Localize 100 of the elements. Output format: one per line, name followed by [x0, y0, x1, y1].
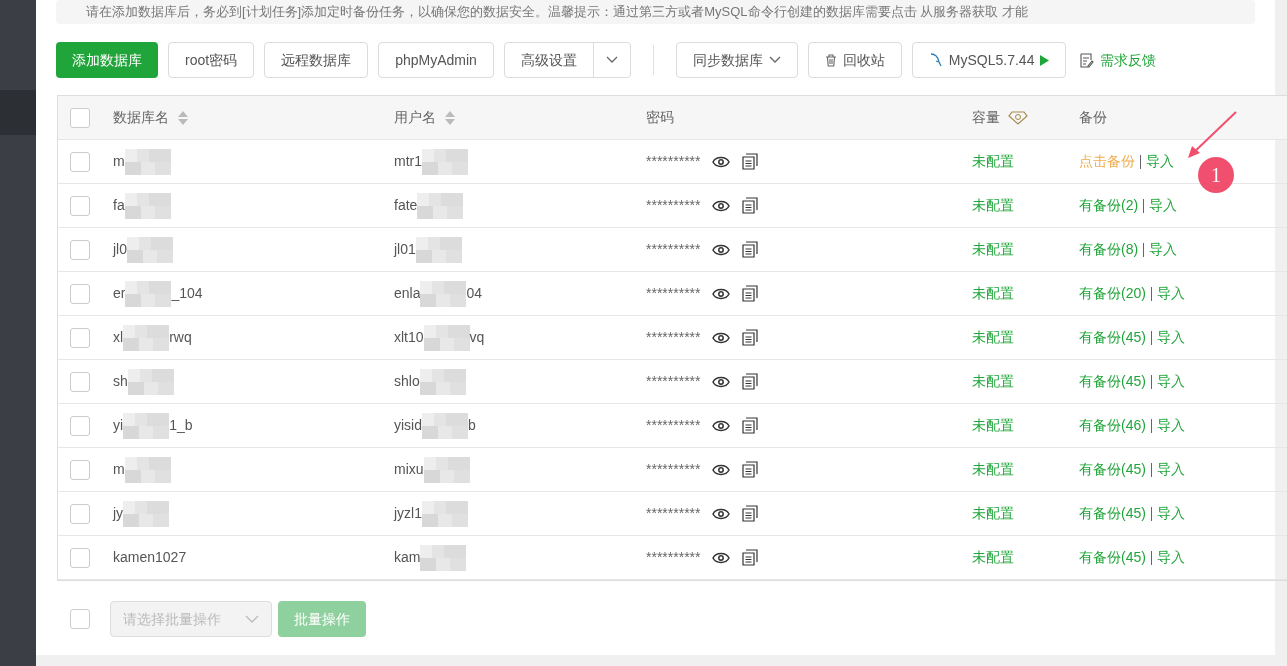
toolbar-button[interactable]: 高级设置 [504, 43, 594, 77]
table-cell-text: jy [113, 504, 124, 523]
column-header[interactable]: 用户名 [394, 107, 436, 128]
import-link[interactable]: 导入 [1156, 283, 1185, 304]
checkbox[interactable] [70, 503, 90, 524]
eye-icon[interactable] [712, 331, 731, 344]
eye-icon[interactable] [712, 551, 731, 564]
eye-icon[interactable] [712, 199, 731, 212]
backup-link[interactable]: 有备份(45) [1079, 371, 1146, 392]
toolbar-button[interactable]: phpMyAdmin [378, 42, 494, 78]
column-header[interactable]: 数据库名 [113, 107, 169, 128]
copy-icon[interactable] [742, 197, 759, 214]
backup-link[interactable]: 有备份(2) [1079, 195, 1139, 216]
table-cell-text: jyzl1 [394, 504, 422, 523]
backup-link[interactable]: 有备份(20) [1079, 283, 1146, 304]
backup-link[interactable]: 有备份(45) [1079, 327, 1146, 348]
checkbox[interactable] [70, 547, 90, 568]
table-cell-text: jl01 [394, 240, 416, 259]
capacity-link[interactable]: 未配置 [972, 373, 1014, 389]
recycle-bin-button[interactable]: 回收站 [807, 42, 902, 78]
backup-link[interactable]: 有备份(45) [1079, 547, 1146, 568]
copy-icon[interactable] [742, 241, 759, 258]
table-cell-text: 1_b [169, 416, 193, 435]
backup-link[interactable]: 有备份(8) [1079, 239, 1139, 260]
import-link[interactable]: 导入 [1146, 151, 1174, 172]
trash-icon [824, 53, 837, 67]
backup-link[interactable]: 有备份(45) [1079, 459, 1146, 480]
backup-link[interactable]: 有备份(46) [1079, 415, 1146, 436]
dropdown-button[interactable]: 同步数据库 [675, 42, 798, 78]
copy-icon[interactable] [742, 285, 759, 302]
password-mask: ********** [646, 372, 701, 391]
checkbox[interactable] [70, 327, 90, 348]
eye-icon[interactable] [712, 507, 731, 520]
copy-icon[interactable] [742, 329, 759, 346]
password-mask: ********** [646, 240, 701, 259]
import-link[interactable]: 导入 [1156, 371, 1185, 392]
password-mask: ********** [646, 284, 701, 303]
capacity-link[interactable]: 未配置 [972, 549, 1014, 565]
import-link[interactable]: 导入 [1156, 459, 1185, 480]
backup-link[interactable]: 点击备份 [1079, 151, 1135, 172]
table-cell-text: 04 [466, 284, 483, 303]
import-link[interactable]: 导入 [1149, 239, 1178, 260]
capacity-link[interactable]: 未配置 [972, 197, 1014, 213]
table-cell-text: enla [394, 284, 421, 303]
copy-icon[interactable] [742, 505, 759, 522]
eye-icon[interactable] [712, 155, 731, 168]
note-icon [1080, 52, 1095, 68]
eye-icon[interactable] [712, 287, 731, 300]
table-cell-text: jl0 [113, 240, 127, 259]
eye-icon[interactable] [712, 419, 731, 432]
eye-icon[interactable] [712, 243, 731, 256]
capacity-link[interactable]: 未配置 [972, 285, 1014, 301]
copy-icon[interactable] [742, 417, 759, 434]
table-cell-text: kamen1027 [113, 548, 187, 567]
capacity-link[interactable]: 未配置 [972, 417, 1014, 433]
import-link[interactable]: 导入 [1149, 195, 1178, 216]
capacity-link[interactable]: 未配置 [972, 153, 1014, 169]
checkbox[interactable] [70, 371, 90, 392]
checkbox[interactable] [70, 283, 90, 304]
capacity-link[interactable]: 未配置 [972, 329, 1014, 345]
table-cell-text: fa [113, 196, 125, 215]
password-mask: ********** [646, 548, 701, 567]
copy-icon[interactable] [742, 153, 759, 170]
copy-icon[interactable] [742, 373, 759, 390]
eye-icon[interactable] [712, 375, 731, 388]
play-icon [1040, 54, 1050, 66]
import-link[interactable]: 导入 [1156, 547, 1185, 568]
capacity-link[interactable]: 未配置 [972, 461, 1014, 477]
capacity-link[interactable]: 未配置 [972, 505, 1014, 521]
add-database-button[interactable]: 添加数据库 [56, 42, 158, 78]
checkbox[interactable] [70, 239, 90, 260]
eye-icon[interactable] [712, 463, 731, 476]
copy-icon[interactable] [742, 549, 759, 566]
checkbox[interactable] [70, 459, 90, 480]
password-mask: ********** [646, 504, 701, 523]
import-link[interactable]: 导入 [1156, 415, 1185, 436]
backup-link[interactable]: 有备份(45) [1079, 503, 1146, 524]
mysql-button[interactable]: MySQL5.7.44 [911, 42, 1067, 78]
table-cell-text: shlo [394, 372, 420, 391]
password-mask: ********** [646, 460, 701, 479]
chevron-icon [768, 56, 781, 64]
table-cell-text: rwq [169, 328, 192, 347]
checkbox[interactable] [70, 151, 90, 172]
table-cell-text: fate [394, 196, 418, 215]
import-link[interactable]: 导入 [1156, 503, 1185, 524]
feedback-link[interactable]: 需求反馈 [1080, 49, 1157, 71]
checkbox[interactable] [70, 609, 90, 629]
checkbox[interactable] [70, 195, 90, 216]
table-cell-text: er [113, 284, 126, 303]
table-cell-text: _104 [171, 284, 203, 303]
toolbar-button[interactable]: 远程数据库 [264, 42, 369, 78]
table-cell-text: m [113, 460, 125, 479]
checkbox[interactable] [70, 415, 90, 436]
import-link[interactable]: 导入 [1156, 327, 1185, 348]
checkbox[interactable] [70, 107, 90, 128]
capacity-link[interactable]: 未配置 [972, 241, 1014, 257]
copy-icon[interactable] [742, 461, 759, 478]
table-cell-text: mixu [394, 460, 424, 479]
table-cell-text: b [468, 416, 476, 435]
toolbar-button[interactable]: root密码 [168, 42, 255, 78]
